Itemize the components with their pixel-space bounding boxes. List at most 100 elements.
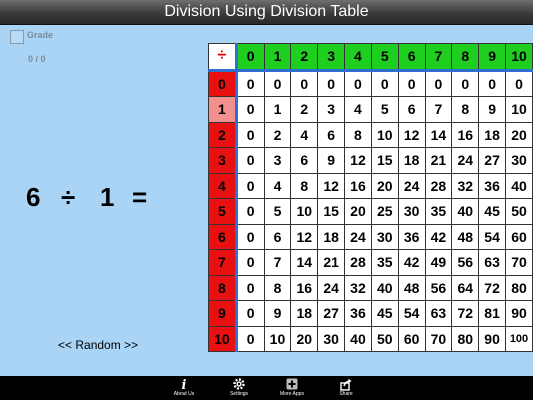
table-cell[interactable]: 90 (505, 300, 533, 327)
table-cell[interactable]: 36 (397, 223, 426, 250)
column-header-6[interactable]: 6 (397, 43, 426, 72)
table-cell[interactable]: 42 (424, 223, 453, 250)
table-cell[interactable]: 45 (370, 300, 399, 327)
table-cell[interactable]: 0 (263, 69, 292, 97)
table-cell[interactable]: 48 (451, 223, 480, 250)
table-cell[interactable]: 0 (235, 121, 265, 148)
table-cell[interactable]: 6 (290, 147, 319, 174)
table-cell[interactable]: 40 (505, 172, 533, 199)
table-cell[interactable]: 24 (397, 172, 426, 199)
table-cell[interactable]: 27 (317, 300, 346, 327)
share-button[interactable]: Share (326, 377, 366, 398)
row-header-4[interactable]: 4 (208, 172, 238, 199)
table-cell[interactable]: 0 (235, 274, 265, 301)
column-header-0[interactable]: 0 (235, 43, 265, 72)
table-cell[interactable]: 8 (263, 274, 292, 301)
random-button[interactable]: << Random >> (58, 338, 138, 352)
table-cell[interactable]: 32 (344, 274, 372, 301)
table-cell[interactable]: 32 (451, 172, 480, 199)
table-cell[interactable]: 72 (451, 300, 480, 327)
column-header-5[interactable]: 5 (370, 43, 399, 72)
table-cell[interactable]: 14 (290, 249, 319, 276)
table-cell[interactable]: 15 (317, 198, 346, 225)
table-cell[interactable]: 0 (235, 147, 265, 174)
table-cell[interactable]: 40 (344, 325, 372, 352)
row-header-1[interactable]: 1 (208, 96, 238, 123)
table-cell[interactable]: 30 (505, 147, 533, 174)
table-cell[interactable]: 10 (505, 96, 533, 123)
row-header-10[interactable]: 10 (208, 325, 238, 352)
column-header-3[interactable]: 3 (317, 43, 346, 72)
table-cell[interactable]: 50 (370, 325, 399, 352)
table-cell[interactable]: 2 (290, 96, 319, 123)
table-cell[interactable]: 80 (505, 274, 533, 301)
row-header-9[interactable]: 9 (208, 300, 238, 327)
table-cell[interactable]: 49 (424, 249, 453, 276)
table-cell[interactable]: 18 (478, 121, 506, 148)
table-cell[interactable]: 40 (451, 198, 480, 225)
table-cell[interactable]: 20 (505, 121, 533, 148)
table-cell[interactable]: 35 (370, 249, 399, 276)
column-header-1[interactable]: 1 (263, 43, 292, 72)
more-apps-button[interactable]: More Apps (272, 377, 312, 398)
table-cell[interactable]: 6 (263, 223, 292, 250)
table-cell[interactable]: 45 (478, 198, 506, 225)
table-cell[interactable]: 36 (478, 172, 506, 199)
table-cell[interactable]: 30 (370, 223, 399, 250)
table-cell[interactable]: 10 (370, 121, 399, 148)
table-cell[interactable]: 15 (370, 147, 399, 174)
table-cell[interactable]: 0 (478, 69, 506, 97)
table-cell[interactable]: 60 (505, 223, 533, 250)
column-header-7[interactable]: 7 (424, 43, 453, 72)
table-cell[interactable]: 30 (317, 325, 346, 352)
table-cell[interactable]: 35 (424, 198, 453, 225)
table-cell[interactable]: 63 (424, 300, 453, 327)
table-cell[interactable]: 0 (290, 69, 319, 97)
column-header-8[interactable]: 8 (451, 43, 480, 72)
table-cell[interactable]: 14 (424, 121, 453, 148)
table-cell[interactable]: 5 (263, 198, 292, 225)
table-cell[interactable]: 0 (235, 69, 265, 97)
table-cell[interactable]: 0 (424, 69, 453, 97)
table-cell[interactable]: 16 (344, 172, 372, 199)
table-cell[interactable]: 18 (397, 147, 426, 174)
table-cell[interactable]: 72 (478, 274, 506, 301)
table-cell[interactable]: 8 (344, 121, 372, 148)
table-cell[interactable]: 63 (478, 249, 506, 276)
table-cell[interactable]: 2 (263, 121, 292, 148)
table-cell[interactable]: 21 (317, 249, 346, 276)
table-cell[interactable]: 16 (451, 121, 480, 148)
table-cell[interactable]: 40 (370, 274, 399, 301)
table-cell[interactable]: 0 (370, 69, 399, 97)
table-cell[interactable]: 4 (344, 96, 372, 123)
table-cell[interactable]: 18 (290, 300, 319, 327)
table-cell[interactable]: 20 (344, 198, 372, 225)
table-cell[interactable]: 8 (451, 96, 480, 123)
table-cell[interactable]: 25 (370, 198, 399, 225)
table-cell[interactable]: 0 (235, 172, 265, 199)
table-cell[interactable]: 80 (451, 325, 480, 352)
table-cell[interactable]: 24 (317, 274, 346, 301)
about-us-button[interactable]: i About Us (164, 377, 204, 398)
table-cell[interactable]: 56 (451, 249, 480, 276)
table-cell[interactable]: 0 (505, 69, 533, 97)
row-header-7[interactable]: 7 (208, 249, 238, 276)
table-cell[interactable]: 54 (397, 300, 426, 327)
table-cell[interactable]: 28 (424, 172, 453, 199)
table-cell[interactable]: 9 (263, 300, 292, 327)
table-cell[interactable]: 64 (451, 274, 480, 301)
table-cell[interactable]: 20 (290, 325, 319, 352)
table-cell[interactable]: 12 (317, 172, 346, 199)
table-cell[interactable]: 0 (235, 96, 265, 123)
table-cell[interactable]: 10 (290, 198, 319, 225)
table-cell[interactable]: 0 (235, 300, 265, 327)
table-cell[interactable]: 16 (290, 274, 319, 301)
table-cell[interactable]: 6 (397, 96, 426, 123)
table-cell[interactable]: 4 (290, 121, 319, 148)
table-cell[interactable]: 42 (397, 249, 426, 276)
table-cell[interactable]: 90 (478, 325, 506, 352)
table-cell[interactable]: 24 (451, 147, 480, 174)
table-cell[interactable]: 9 (317, 147, 346, 174)
table-cell[interactable]: 48 (397, 274, 426, 301)
table-cell[interactable]: 54 (478, 223, 506, 250)
